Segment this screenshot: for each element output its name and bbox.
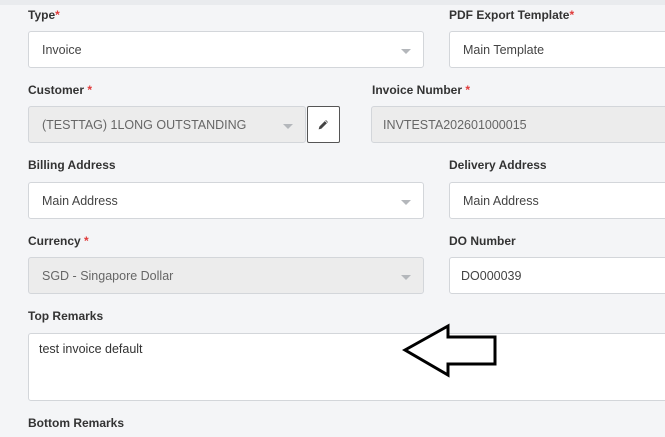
edit-customer-button[interactable] — [307, 106, 340, 143]
pdf-template-select[interactable]: Main Template — [449, 31, 665, 68]
billing-address-label: Billing Address — [28, 158, 116, 172]
billing-address-value: Main Address — [42, 193, 118, 208]
invoice-number-label: Invoice Number * — [372, 83, 471, 97]
pencil-icon — [318, 120, 328, 130]
bottom-remarks-label: Bottom Remarks — [28, 416, 125, 430]
chevron-down-icon — [401, 48, 411, 54]
billing-address-select[interactable]: Main Address — [28, 182, 424, 219]
top-bar — [0, 0, 665, 5]
currency-label: Currency * — [28, 234, 89, 248]
delivery-address-value: Main Address — [463, 193, 539, 208]
chevron-down-icon — [283, 123, 293, 129]
customer-label: Customer * — [28, 83, 93, 97]
type-select[interactable]: Invoice — [28, 31, 424, 68]
pdf-template-label: PDF Export Template* — [449, 8, 575, 22]
left-arrow-icon — [402, 323, 497, 378]
invoice-number-input[interactable]: INVTESTA202601000015 — [371, 106, 665, 143]
chevron-down-icon — [401, 274, 411, 280]
type-label: Type* — [28, 8, 60, 22]
customer-value: (TESTTAG) 1LONG OUTSTANDING — [42, 117, 247, 132]
do-number-label: DO Number — [449, 234, 516, 248]
invoice-number-value: INVTESTA202601000015 — [383, 117, 527, 132]
top-remarks-value: test invoice default — [39, 342, 143, 356]
do-number-input[interactable]: DO000039 — [449, 257, 665, 294]
type-value: Invoice — [42, 42, 82, 57]
pdf-template-value: Main Template — [463, 42, 545, 57]
currency-select[interactable]: SGD - Singapore Dollar — [28, 257, 424, 294]
top-remarks-textarea[interactable]: test invoice default — [28, 333, 665, 401]
delivery-address-label: Delivery Address — [449, 158, 547, 172]
chevron-down-icon — [401, 199, 411, 205]
delivery-address-select[interactable]: Main Address — [449, 182, 665, 219]
do-number-value: DO000039 — [461, 268, 522, 283]
top-remarks-label: Top Remarks — [28, 309, 104, 323]
currency-value: SGD - Singapore Dollar — [42, 268, 174, 283]
customer-select[interactable]: (TESTTAG) 1LONG OUTSTANDING — [28, 106, 306, 143]
